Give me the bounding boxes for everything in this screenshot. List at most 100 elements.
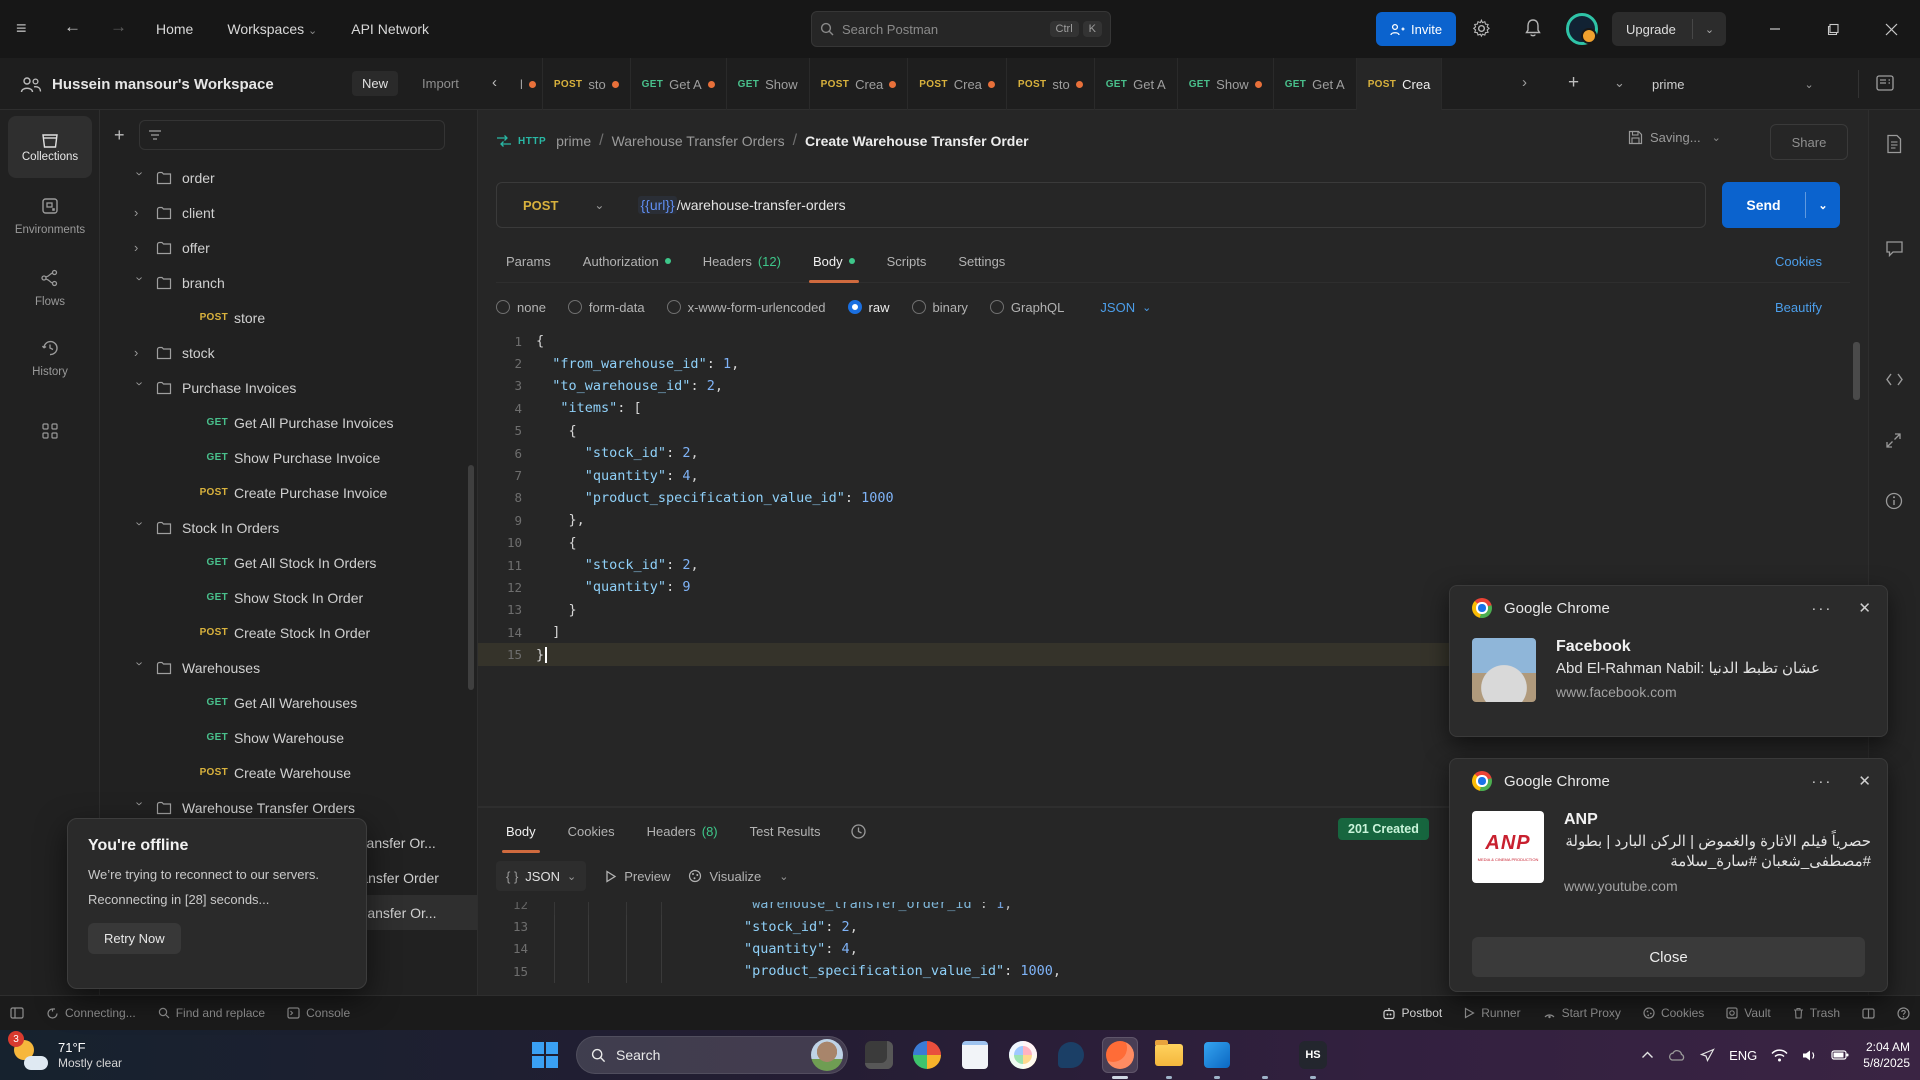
visualize-chevron-icon[interactable]: ⌄ [779,870,788,883]
help-icon[interactable] [1897,1007,1910,1020]
nav-workspaces[interactable]: Workspaces ⌄ [227,21,317,37]
start-button[interactable] [528,1038,562,1072]
runner-button[interactable]: Runner [1464,1006,1520,1020]
notification-close-button[interactable]: Close [1472,937,1865,977]
tab-authorization[interactable]: Authorization [573,240,681,282]
tree-folder-row[interactable]: ›Stock In Orders [100,510,477,545]
response-tab-headers[interactable]: Headers(8) [637,810,728,852]
window-minimize-button[interactable] [1752,0,1798,58]
response-history-icon[interactable] [850,823,867,840]
save-chevron-icon[interactable]: ⌄ [1712,131,1721,144]
tree-folder-row[interactable]: ›stock [100,335,477,370]
url-path[interactable]: /warehouse-transfer-orders [677,197,846,213]
tree-request-row[interactable]: GETGet All Stock In Orders [100,545,477,580]
tree-folder-row[interactable]: ›Warehouses [100,650,477,685]
start-proxy-button[interactable]: Start Proxy [1543,1006,1621,1020]
response-tab-test-results[interactable]: Test Results [740,810,831,852]
response-tab-body[interactable]: Body [496,810,546,852]
tree-request-row[interactable]: GETShow Stock In Order [100,580,477,615]
postbot-button[interactable]: Postbot [1382,1006,1443,1020]
new-button[interactable]: New [352,71,398,96]
taskbar-app-pinwheel[interactable] [910,1038,944,1072]
add-collection-button[interactable]: + [114,125,125,146]
language-indicator[interactable]: ENG [1729,1048,1757,1063]
sidebar-filter-input[interactable] [139,120,445,150]
open-request-tab[interactable]: POSTsto [543,58,631,110]
response-format-dropdown[interactable]: { } JSON ⌄ [496,861,586,891]
avatar[interactable] [1566,13,1598,45]
chrome-notification-anp[interactable]: Google Chrome ··· ✕ ANP MEDIA & CINEMA P… [1449,758,1888,992]
open-request-tab[interactable]: l [514,58,543,110]
folder-chevron-icon[interactable]: › [134,240,146,255]
folder-chevron-icon[interactable]: › [133,277,148,289]
taskbar-clock[interactable]: 2:04 AM 5/8/2025 [1863,1039,1910,1071]
taskbar-app-vscode[interactable] [1200,1038,1234,1072]
trash-button[interactable]: Trash [1793,1006,1840,1020]
folder-chevron-icon[interactable]: › [134,205,146,220]
two-pane-icon[interactable] [1862,1008,1875,1019]
code-snippet-icon[interactable] [1885,372,1904,387]
taskbar-app-postman[interactable] [1102,1037,1138,1073]
settings-gear-icon[interactable] [1472,19,1491,38]
response-visualize-tab[interactable]: Visualize [688,869,761,884]
notification-close-icon[interactable]: ✕ [1858,599,1871,617]
invite-button[interactable]: Invite [1376,12,1456,46]
tree-request-row[interactable]: GETGet All Purchase Invoices [100,405,477,440]
cookies-link[interactable]: Cookies [1775,254,1822,269]
tree-folder-row[interactable]: ›order [100,160,477,195]
body-mode-x-www-form-urlencoded[interactable]: x-www-form-urlencoded [667,300,826,315]
method-select[interactable]: POST [523,198,558,213]
url-bar[interactable]: POST ⌄ {{url}} /warehouse-transfer-order… [496,182,1706,228]
tabs-scroll-right-icon[interactable]: › [1522,74,1527,91]
sidebar-nav-environments[interactable]: Environments [0,196,100,236]
editor-line[interactable]: 2 "from_warehouse_id": 1, [478,352,1868,374]
notifications-bell-icon[interactable] [1524,18,1542,38]
tree-folder-row[interactable]: ›branch [100,265,477,300]
open-request-tab[interactable]: POSTCrea [1357,58,1443,110]
editor-line[interactable]: 3 "to_warehouse_id": 2, [478,375,1868,397]
taskbar-app-chrome[interactable] [1248,1038,1282,1072]
tab-headers[interactable]: Headers(12) [693,240,791,282]
breadcrumb-request-title[interactable]: Create Warehouse Transfer Order [805,133,1029,149]
upgrade-button[interactable]: Upgrade ⌄ [1612,12,1726,46]
beautify-link[interactable]: Beautify [1775,300,1822,315]
vault-button[interactable]: Vault [1726,1006,1770,1020]
editor-line[interactable]: 10 { [478,532,1868,554]
response-tab-cookies[interactable]: Cookies [558,810,625,852]
resize-arrows-icon[interactable] [1885,432,1902,449]
tab-params[interactable]: Params [496,240,561,282]
comments-icon[interactable] [1885,240,1904,258]
tab-settings[interactable]: Settings [948,240,1015,282]
taskbar-app-drop[interactable] [1054,1038,1088,1072]
environment-selector[interactable]: prime ⌄ [1652,58,1814,110]
tree-request-row[interactable]: GETGet All Warehouses [100,685,477,720]
body-mode-raw[interactable]: raw [848,300,890,315]
open-request-tab[interactable]: POSTCrea [810,58,909,110]
open-request-tab[interactable]: GETShow [727,58,810,110]
cookies-button[interactable]: Cookies [1643,1006,1704,1020]
workspace-name[interactable]: Hussein mansour's Workspace [52,58,274,110]
open-request-tab[interactable]: GETGet A [1095,58,1178,110]
sidebar-scrollbar[interactable] [468,465,474,690]
body-mode-none[interactable]: none [496,300,546,315]
body-mode-form-data[interactable]: form-data [568,300,645,315]
url-variable[interactable]: {{url}} [638,196,676,214]
new-tab-button[interactable]: + [1568,72,1579,94]
share-button[interactable]: Share [1770,124,1848,160]
notification-close-icon[interactable]: ✕ [1858,772,1871,790]
editor-line[interactable]: 1{ [478,330,1868,352]
open-request-tab[interactable]: POSTsto [1007,58,1095,110]
nav-api-network[interactable]: API Network [351,21,429,37]
send-button[interactable]: Send ⌄ [1722,182,1840,228]
notification-more-icon[interactable]: ··· [1811,773,1832,790]
folder-chevron-icon[interactable]: › [133,172,148,184]
info-icon[interactable] [1885,492,1903,510]
open-request-tab[interactable]: GETGet A [1274,58,1357,110]
tree-request-row[interactable]: GETShow Purchase Invoice [100,440,477,475]
documentation-icon[interactable] [1885,134,1903,154]
editor-line[interactable]: 5 { [478,420,1868,442]
folder-chevron-icon[interactable]: › [134,345,146,360]
taskbar-app-hs[interactable]: HS [1296,1038,1330,1072]
chrome-notification-facebook[interactable]: Google Chrome ··· ✕ Facebook Abd El-Rahm… [1449,585,1888,737]
tree-request-row[interactable]: POSTstore [100,300,477,335]
